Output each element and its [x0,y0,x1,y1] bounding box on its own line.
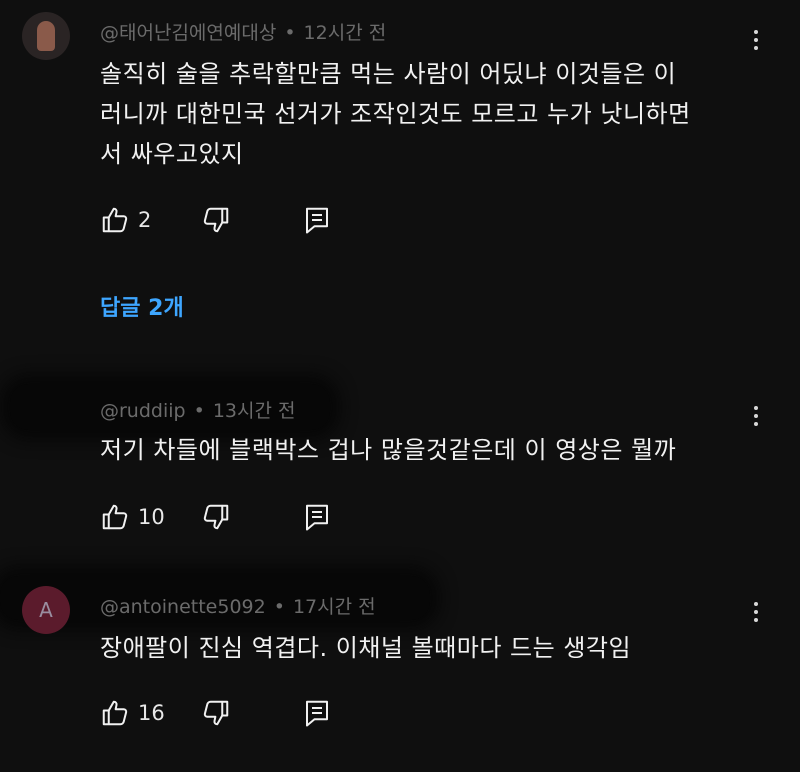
like-count: 16 [138,701,165,725]
comment-meta: @태어난김에연예대상 • 12시간 전 [100,22,387,44]
thumbs-down-icon [204,207,229,233]
like-button[interactable]: 16 [100,698,165,728]
comment-text: 솔직히 술을 추락할만큼 먹는 사람이 어딨냐 이것들은 이 러니까 대한민국 … [100,60,691,168]
thumbs-down-icon [203,700,228,726]
reply-icon [305,700,328,727]
dislike-button[interactable] [201,502,231,532]
comment-time: 17시간 전 [292,596,376,618]
comment-actions: 16 [100,696,331,730]
thumbs-up-icon [102,207,128,233]
comment-author[interactable]: @ruddiip [100,400,186,422]
reply-button[interactable] [303,698,331,728]
reply-button[interactable] [303,205,331,235]
comment-meta: @ruddiip • 13시간 전 [100,400,296,422]
comment-meta: @antoinette5092 • 17시간 전 [100,596,376,618]
comment-time: 13시간 전 [212,400,296,422]
more-vert-icon[interactable] [752,406,760,426]
comment-text: 장애팔이 진심 역겹다. 이채널 볼때마다 드는 생각임 [100,634,632,662]
comment-text: 저기 차들에 블랙박스 겁나 많을것같은데 이 영상은 뭘까 [100,436,677,464]
comment-author[interactable]: @태어난김에연예대상 [100,22,276,44]
comment-time: 12시간 전 [303,22,387,44]
like-count: 10 [138,505,165,529]
more-vert-icon[interactable] [752,602,760,622]
thumbs-down-icon [203,504,228,530]
dislike-button[interactable] [201,698,231,728]
avatar[interactable]: A [22,586,70,634]
comment-actions: 2 [100,203,331,237]
like-count: 2 [138,208,152,232]
thumbs-up-icon [102,700,128,726]
thumbs-up-icon [102,504,128,530]
comment-actions: 10 [100,500,331,534]
reply-icon [306,207,329,234]
avatar[interactable] [22,12,70,60]
dislike-button[interactable] [201,205,231,235]
like-button[interactable]: 10 [100,502,165,532]
comment-author[interactable]: @antoinette5092 [100,596,266,618]
more-vert-icon[interactable] [752,30,760,50]
replies-toggle[interactable]: 답글 2개 [100,290,184,322]
like-button[interactable]: 2 [100,205,151,235]
reply-icon [305,504,328,531]
reply-button[interactable] [303,502,331,532]
